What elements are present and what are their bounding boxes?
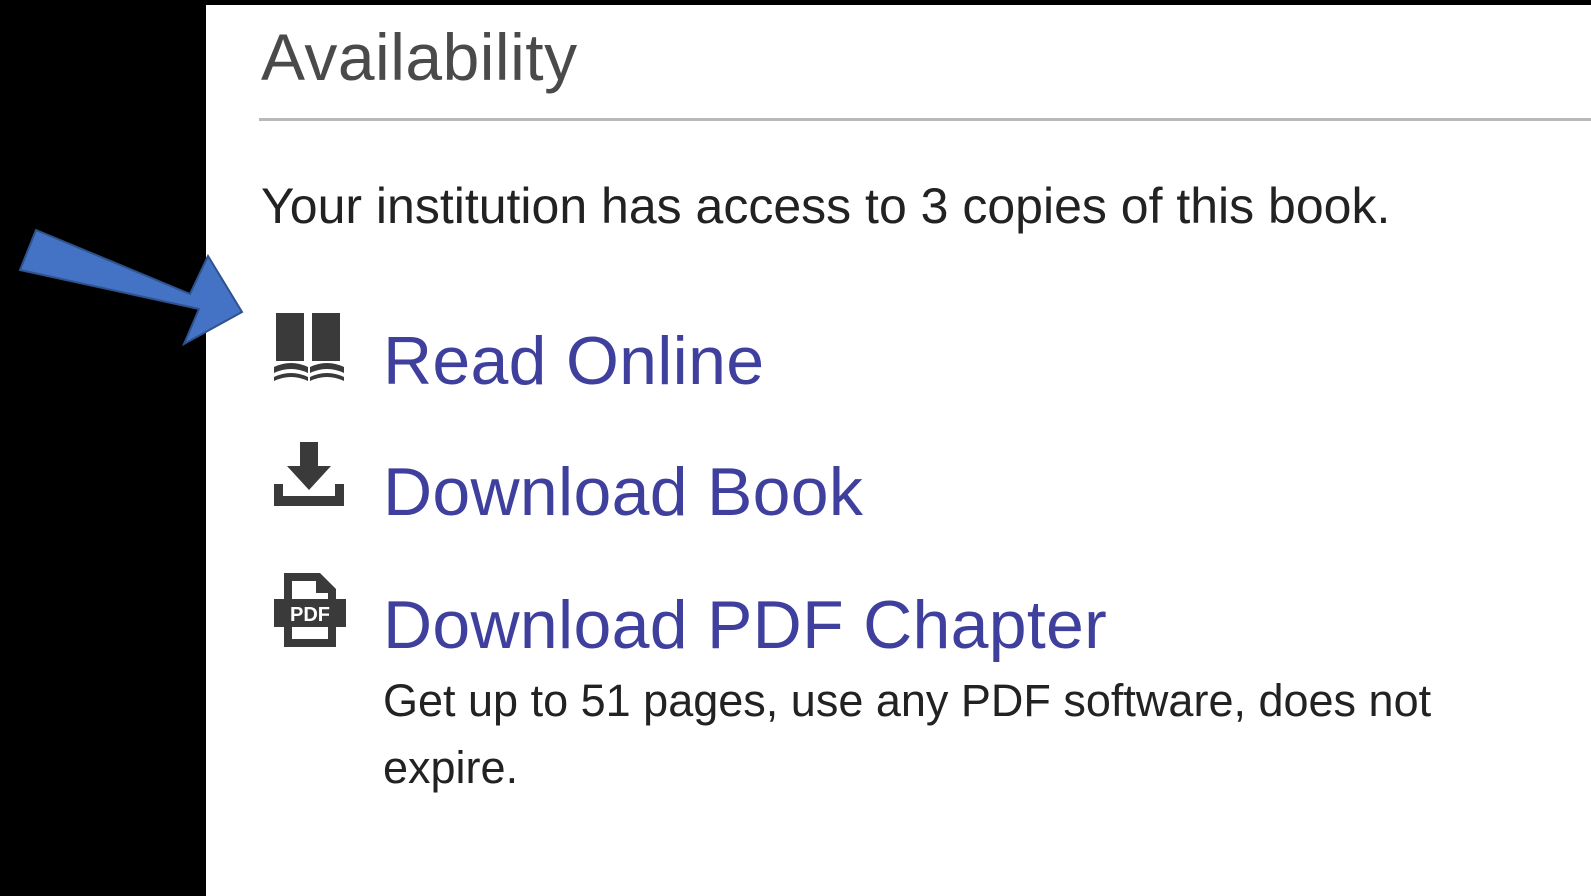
book-icon — [270, 307, 350, 387]
read-online-link[interactable]: Read Online — [270, 307, 790, 399]
download-book-label: Download Book — [383, 454, 864, 530]
download-pdf-chapter-label: Download PDF Chapter — [383, 587, 1108, 663]
availability-heading: Availability — [261, 20, 578, 94]
screenshot-stage: Availability Your institution has access… — [0, 0, 1591, 896]
pdf-icon: PDF — [270, 569, 350, 649]
access-copies-text: Your institution has access to 3 copies … — [261, 178, 1391, 234]
pdf-icon-text: PDF — [290, 604, 330, 626]
availability-panel: Availability Your institution has access… — [206, 5, 1591, 896]
pdf-chapter-description: Get up to 51 pages, use any PDF software… — [383, 675, 1432, 793]
heading-divider — [259, 118, 1591, 121]
download-book-link[interactable]: Download Book — [270, 438, 890, 530]
download-pdf-chapter-link[interactable]: PDF Download PDF Chapter — [270, 573, 1130, 663]
download-icon — [270, 438, 350, 518]
read-online-label: Read Online — [383, 323, 765, 399]
